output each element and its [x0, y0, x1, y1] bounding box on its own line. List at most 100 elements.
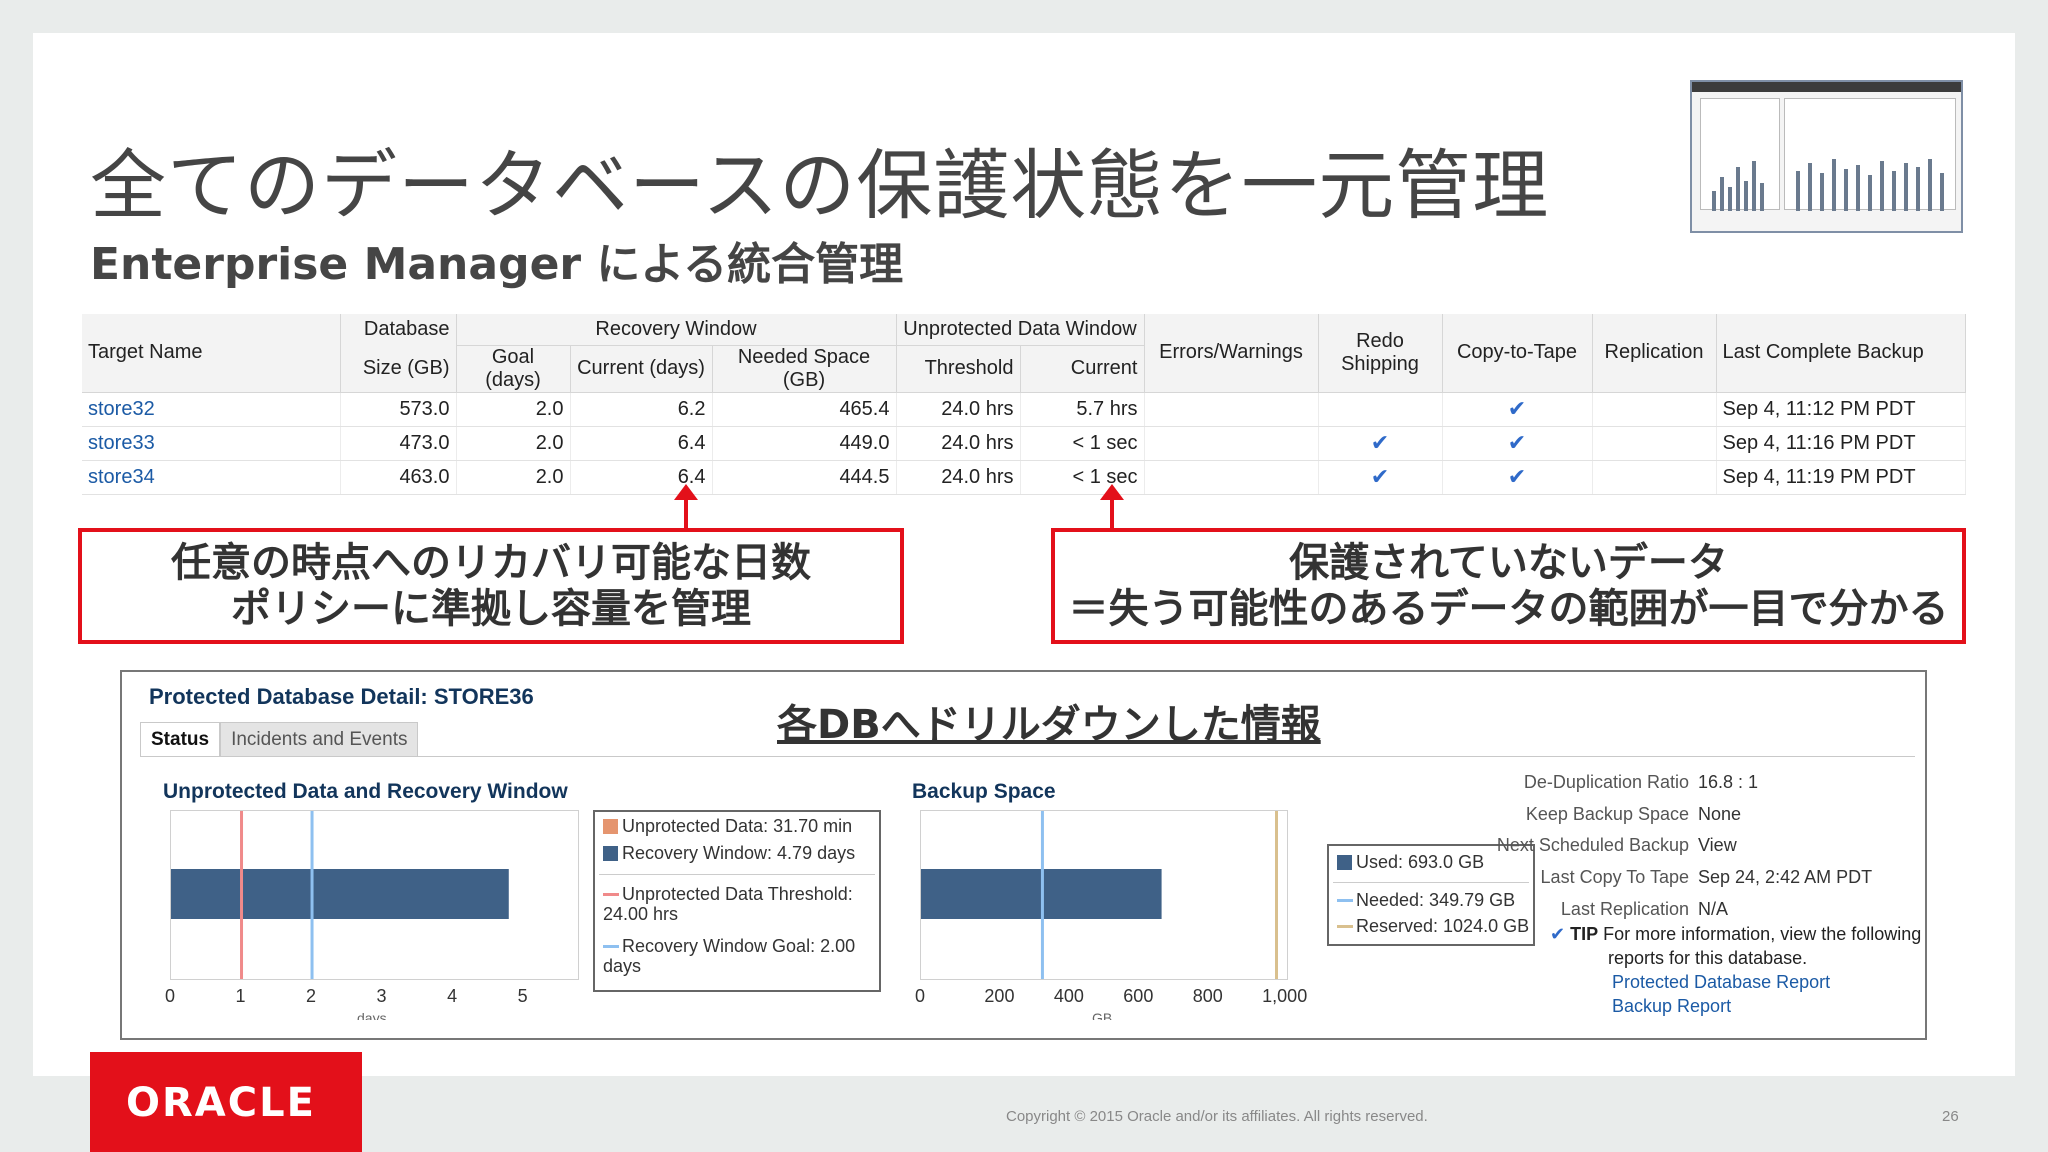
check-icon: [1318, 392, 1443, 427]
line-swatch-blue: [603, 945, 619, 948]
axis-label-gb: GB: [1092, 1010, 1113, 1020]
tip-check-icon: ✔: [1550, 924, 1566, 944]
col-copy-to-tape[interactable]: Copy-to-Tape: [1442, 314, 1593, 393]
callout-recovery: 任意の時点へのリカバリ可能な日数 ポリシーに準拠し容量を管理: [78, 528, 904, 644]
tick-label: 800: [1192, 986, 1223, 1006]
bar-recovery-window: [171, 869, 509, 919]
col-goal[interactable]: Goal (days): [456, 345, 571, 393]
info-next-key: Next Scheduled Backup: [1496, 835, 1689, 855]
oracle-logo: ORACLE: [90, 1052, 362, 1152]
legend-text-reserved: Reserved: 1024.0 GB: [1356, 916, 1530, 936]
col-current[interactable]: Current: [1020, 345, 1145, 393]
col-redo-l2: Shipping: [1341, 352, 1419, 375]
col-errors[interactable]: Errors/Warnings: [1144, 314, 1319, 393]
cell-threshold: 24.0 hrs: [896, 460, 1021, 495]
check-icon: ✔: [1318, 460, 1443, 495]
cell-errors: [1144, 426, 1319, 461]
page-number: 26: [1942, 1108, 1959, 1125]
tick-label: 600: [1123, 986, 1154, 1006]
legend-item-goal: Recovery Window Goal: 2.00: [603, 936, 855, 957]
info-dedup-key: De-Duplication Ratio: [1523, 772, 1689, 792]
cell-goal: 2.0: [456, 426, 571, 461]
arrow-up-icon: [674, 484, 698, 530]
tick-label: 400: [1053, 986, 1084, 1006]
info-dedup-value: 16.8 : 1: [1698, 772, 1759, 792]
cell-current-days: 6.4: [570, 426, 713, 461]
legend-text-threshold-value: 24.00 hrs: [603, 904, 679, 924]
col-threshold[interactable]: Threshold: [896, 345, 1021, 393]
legend-text-goal-unit: days: [603, 956, 642, 976]
callout-unprotected-line1: 保護されていないデータ: [1289, 540, 1728, 586]
axis-label-days: days: [357, 1010, 387, 1020]
drilldown-caption: 各DBへドリルダウンした情報: [777, 702, 1321, 748]
screenshot-thumbnail: [1690, 80, 1963, 233]
cell-unprotected: < 1 sec: [1020, 460, 1145, 495]
tick-label: 1,000: [1262, 986, 1308, 1006]
col-db-size-2: Size (GB): [340, 345, 457, 393]
protected-db-report-link[interactable]: Protected Database Report: [1612, 972, 1830, 993]
callout-recovery-line2: ポリシーに準拠し容量を管理: [231, 586, 751, 632]
legend-backup: Used: 693.0 GB Needed: 349.79 GB Reserve…: [1327, 844, 1535, 946]
legend-text-recovery: Recovery Window: 4.79 days: [622, 843, 856, 863]
check-icon: ✔: [1442, 392, 1593, 427]
cell-size: 473.0: [340, 426, 457, 461]
legend-text-used: Used: 693.0 GB: [1356, 852, 1485, 872]
info-tape-value: Sep 24, 2:42 AM PDT: [1698, 867, 1873, 887]
col-last-backup[interactable]: Last Complete Backup: [1716, 314, 1966, 393]
cell-errors: [1144, 460, 1319, 495]
col-db-size[interactable]: Database: [340, 314, 457, 345]
cell-threshold: 24.0 hrs: [896, 392, 1021, 427]
tick-label: 5: [517, 986, 528, 1006]
slide-subtitle: Enterprise Manager による統合管理: [90, 239, 904, 290]
legend-item-recovery: Recovery Window: 4.79 days: [603, 843, 855, 864]
line-swatch-tan: [1337, 925, 1353, 928]
col-group-recovery-window: Recovery Window: [456, 314, 897, 346]
cell-goal: 2.0: [456, 392, 571, 427]
swatch-orange: [603, 819, 618, 834]
col-needed-space[interactable]: Needed Space (GB): [712, 345, 897, 393]
tick-label: 3: [376, 986, 387, 1006]
legend-item-needed: Needed: 349.79 GB: [1337, 890, 1515, 911]
oracle-logo-text: ORACLE: [126, 1080, 316, 1126]
info-keep-value: None: [1698, 804, 1742, 824]
tick-label: 1: [235, 986, 246, 1006]
cell-last-backup: Sep 4, 11:16 PM PDT: [1716, 426, 1966, 461]
cell-last-backup: Sep 4, 11:19 PM PDT: [1716, 460, 1966, 495]
cell-replication: [1592, 392, 1717, 427]
info-keep-key: Keep Backup Space: [1525, 804, 1689, 824]
tab-status[interactable]: Status: [140, 722, 221, 756]
slide-title: 全てのデータベースの保護状態を一元管理: [90, 141, 1550, 230]
legend-item-threshold: Unprotected Data Threshold:: [603, 884, 853, 905]
recovery-window-chart: [170, 810, 579, 980]
target-link[interactable]: store33: [82, 426, 341, 461]
info-tape-key: Last Copy To Tape: [1540, 867, 1689, 887]
cell-unprotected: < 1 sec: [1020, 426, 1145, 461]
tick-label: 0: [165, 986, 176, 1006]
table-row: store34 463.0 2.0 6.4 444.5 24.0 hrs < 1…: [82, 460, 1966, 495]
tab-divider: [140, 756, 1915, 757]
legend-text-needed: Needed: 349.79 GB: [1356, 890, 1516, 910]
view-link[interactable]: View: [1698, 835, 1737, 856]
backup-section-title: Backup Space: [912, 780, 1056, 803]
check-icon: ✔: [1442, 426, 1593, 461]
check-icon: ✔: [1318, 426, 1443, 461]
col-target-name[interactable]: Target Name: [82, 314, 341, 393]
table-row: store33 473.0 2.0 6.4 449.0 24.0 hrs < 1…: [82, 426, 1966, 461]
col-current-days[interactable]: Current (days): [570, 345, 713, 393]
target-link[interactable]: store34: [82, 460, 341, 495]
tab-incidents-events[interactable]: Incidents and Events: [220, 722, 419, 756]
target-link[interactable]: store32: [82, 392, 341, 427]
col-redo-l1: Redo: [1356, 329, 1404, 352]
col-redo[interactable]: Redo Shipping: [1318, 314, 1443, 393]
tip-text-2: reports for this database.: [1608, 948, 1808, 968]
backup-report-link[interactable]: Backup Report: [1612, 996, 1731, 1017]
callout-recovery-line1: 任意の時点へのリカバリ可能な日数: [171, 540, 811, 586]
line-swatch-red: [603, 893, 619, 896]
legend-item-unprotected: Unprotected Data: 31.70 min: [603, 816, 852, 837]
cell-needed: 444.5: [712, 460, 897, 495]
tip-text-1: For more information, view the following: [1603, 924, 1922, 944]
legend-text-unprotected: Unprotected Data: 31.70 min: [622, 816, 853, 836]
unprotected-section-title: Unprotected Data and Recovery Window: [163, 780, 568, 803]
swatch-blue: [603, 846, 618, 861]
col-replication[interactable]: Replication: [1592, 314, 1717, 393]
